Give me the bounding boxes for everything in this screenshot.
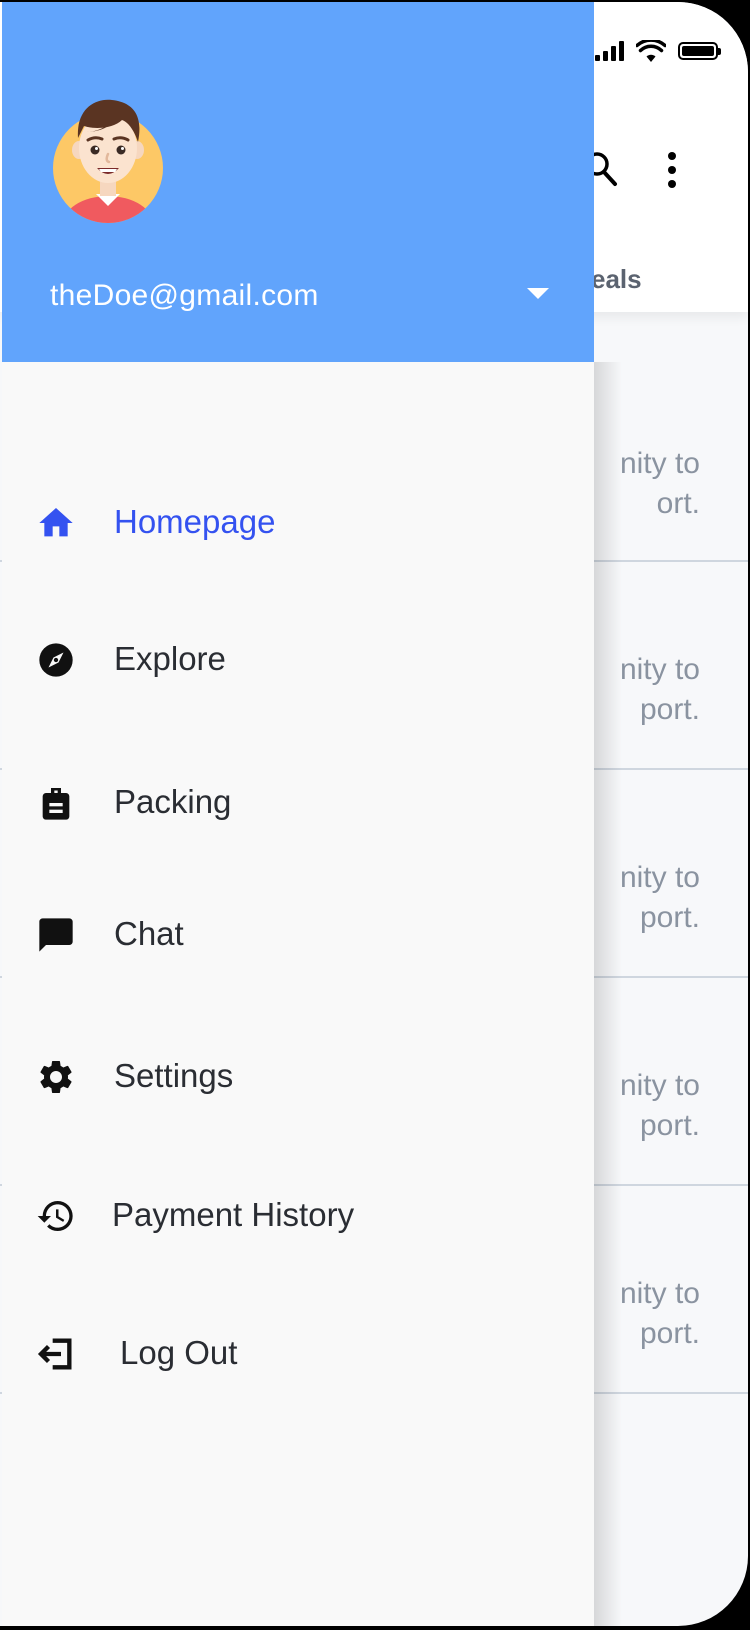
menu-item-packing[interactable]: Packing (2, 763, 594, 843)
navigation-drawer: theDoe@gmail.com Homepage Explore Packin… (2, 2, 594, 1626)
menu-item-chat[interactable]: Chat (2, 895, 594, 975)
compass-icon (36, 640, 76, 680)
menu-item-label: Explore (114, 640, 226, 677)
menu-item-label: Payment History (112, 1196, 355, 1233)
drawer-header: theDoe@gmail.com (2, 2, 594, 362)
home-icon (36, 503, 76, 543)
account-email: theDoe@gmail.com (50, 279, 319, 312)
menu-item-settings[interactable]: Settings (2, 1037, 594, 1117)
more-options-button[interactable] (662, 150, 682, 192)
drawer-shadow (592, 362, 622, 1626)
arrow-drop-down-icon (527, 288, 549, 299)
menu-item-explore[interactable]: Explore (2, 620, 594, 700)
menu-item-homepage[interactable]: Homepage (2, 483, 594, 563)
avatar[interactable] (52, 98, 164, 224)
more-vertical-icon (668, 152, 676, 188)
backpack-icon (36, 783, 76, 823)
cellular-signal-icon (595, 41, 624, 61)
status-bar (595, 40, 721, 62)
chat-icon (36, 915, 76, 955)
menu-item-log-out[interactable]: Log Out (2, 1314, 594, 1394)
wifi-icon (636, 40, 666, 62)
history-icon (36, 1196, 76, 1236)
menu-item-payment-history[interactable]: Payment History (2, 1176, 594, 1256)
logout-icon (36, 1334, 76, 1374)
account-switcher-button[interactable] (522, 279, 554, 311)
tab-deals[interactable]: eals (591, 264, 642, 295)
menu-item-label: Log Out (120, 1334, 238, 1371)
gear-icon (36, 1057, 76, 1097)
menu-item-label: Chat (114, 915, 184, 952)
menu-item-label: Packing (114, 783, 232, 820)
phone-frame: eals nity to ort. nity to port. nity to … (0, 0, 750, 1630)
battery-icon (678, 42, 721, 60)
user-avatar-icon (53, 99, 163, 223)
menu-item-label: Settings (114, 1057, 234, 1094)
menu-item-label: Homepage (114, 503, 276, 540)
